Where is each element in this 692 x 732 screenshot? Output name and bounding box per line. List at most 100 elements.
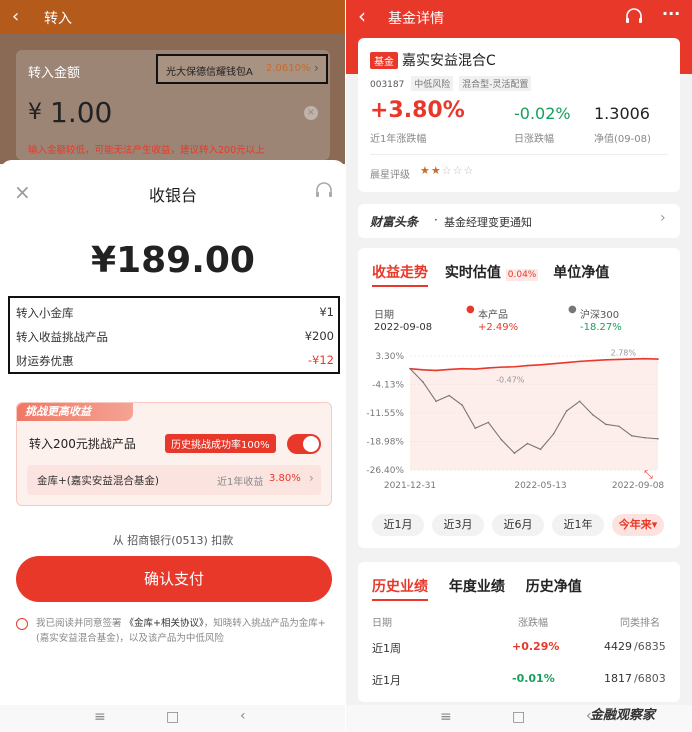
row-rank-total: /6835 xyxy=(634,640,666,653)
legend-product-label: 本产品 xyxy=(478,310,508,321)
data-point xyxy=(513,452,516,454)
realtime-badge: 0.04% xyxy=(505,269,539,281)
year-return: +3.80% xyxy=(370,98,465,123)
confirm-payment-button[interactable]: 确认支付 xyxy=(16,556,332,602)
menu-icon[interactable]: ≡ xyxy=(440,709,452,725)
system-nav-bar: ≡ □ ‹ xyxy=(0,705,346,732)
low-amount-warning: 输入金额较低，可能无法产生收益，建议转入200元以上 xyxy=(28,145,265,156)
data-point xyxy=(526,442,529,445)
range-button[interactable]: 近1月 xyxy=(372,514,424,536)
legend-date-value: 2022-09-08 xyxy=(374,322,433,333)
challenge-fund-row[interactable]: 金库+(嘉实安益混合基金) 近1年收益 3.80% › xyxy=(27,465,321,495)
table-row[interactable]: 近1周 +0.29% 4429/6835 xyxy=(358,632,680,664)
performance-tabs: 历史业绩 年度业绩 历史净值 xyxy=(372,576,582,601)
cashier-sheet: × 收银台 ¥189.00 转入小金库 ¥1 转入收益挑战产品 ¥200 财运券优惠 -¥… xyxy=(0,160,346,705)
y-tick-label: -26.40% xyxy=(366,466,404,476)
challenge-label: 转入200元挑战产品 xyxy=(29,437,136,451)
amount-prefix: ¥ xyxy=(28,100,42,125)
data-point xyxy=(461,367,464,370)
data-point xyxy=(591,359,594,362)
x-tick-label: 2022-05-13 xyxy=(514,481,566,491)
fund-yield-value: 3.80% xyxy=(269,473,301,484)
data-point xyxy=(409,367,411,370)
data-point xyxy=(644,357,646,360)
star-filled-icon: ★ xyxy=(420,164,431,177)
amount-card: 转入金额 光大保德信耀钱包A 2.0610% › ¥ 1.00 × 输入金额较低… xyxy=(16,50,330,160)
more-icon[interactable]: ··· xyxy=(662,4,680,23)
data-point xyxy=(631,358,633,360)
data-point xyxy=(422,381,424,383)
product-selector[interactable]: 光大保德信耀钱包A 2.0610% › xyxy=(156,54,328,84)
data-point xyxy=(448,394,450,397)
data-point xyxy=(448,368,450,371)
page-title: 基金详情 xyxy=(388,11,444,27)
header-date: 日期 xyxy=(372,618,392,629)
news-banner[interactable]: 财富头条 · 基金经理变更通知 › xyxy=(358,204,680,238)
success-rate-badge: 历史挑战成功率100% xyxy=(165,434,276,453)
tab-annual[interactable]: 年度业绩 xyxy=(449,579,505,595)
back-arrow-icon[interactable]: ‹ xyxy=(358,4,366,28)
chevron-right-icon: › xyxy=(309,471,314,485)
expand-icon[interactable]: ⤡ xyxy=(644,468,653,482)
payment-breakdown: 转入小金库 ¥1 转入收益挑战产品 ¥200 财运券优惠 -¥12 xyxy=(8,296,340,374)
back-arrow-icon[interactable]: ‹ xyxy=(12,6,19,27)
agreement-link[interactable]: 《金库+相关协议》 xyxy=(125,618,204,629)
top-bar: ‹ 基金详情 ··· xyxy=(346,0,692,34)
amount-input[interactable]: 1.00 xyxy=(50,96,112,129)
star-filled-icon: ★ xyxy=(430,164,442,177)
challenge-card: 挑战更高收益 转入200元挑战产品 历史挑战成功率100% 金库+(嘉实安益混合… xyxy=(16,402,332,506)
nav-value: 1.3006 xyxy=(594,104,650,123)
bank-source: 从 招商银行(0513) 扣款 xyxy=(112,534,234,547)
star-empty-icon: ☆ xyxy=(452,164,464,177)
headset-icon[interactable] xyxy=(314,182,334,200)
day-change-label: 日涨跌幅 xyxy=(514,134,554,145)
row-change: +0.29% xyxy=(512,640,560,653)
range-button[interactable]: 近3月 xyxy=(432,514,484,536)
breakdown-label: 转入小金库 xyxy=(16,306,74,320)
range-button[interactable]: 今年来▾ xyxy=(612,514,664,536)
back-icon[interactable]: ‹ xyxy=(240,708,246,724)
news-source: 财富头条 xyxy=(370,215,419,229)
page-title: 转入 xyxy=(44,11,72,27)
legend-index-dot: ● xyxy=(568,304,577,315)
watermark: 金融观察家 xyxy=(590,708,656,723)
tab-realtime[interactable]: 实时估值 xyxy=(445,265,501,281)
tab-unit-nav[interactable]: 单位净值 xyxy=(553,265,609,281)
row-rank: 4429 xyxy=(604,640,632,653)
legend-index-label: 沪深300 xyxy=(580,310,620,321)
challenge-toggle[interactable] xyxy=(287,434,321,454)
chevron-right-icon: › xyxy=(660,210,666,226)
breakdown-row: 转入小金库 ¥1 xyxy=(16,302,334,324)
row-change: -0.01% xyxy=(512,672,555,685)
breakdown-row: 财运券优惠 -¥12 xyxy=(16,350,334,372)
amount-label: 转入金额 xyxy=(28,66,81,81)
menu-icon[interactable]: ≡ xyxy=(94,709,106,725)
fund-name: 嘉实安益混合C xyxy=(402,53,496,69)
product-end-annotation: 2.78% xyxy=(611,349,637,358)
agreement-checkbox[interactable] xyxy=(16,618,28,630)
headset-icon[interactable] xyxy=(624,8,644,26)
y-tick-label: -11.55% xyxy=(366,409,404,419)
challenge-header: 挑战更高收益 xyxy=(25,405,91,418)
product-yield: 2.0610% xyxy=(266,63,311,74)
category-tag: 混合型-灵活配置 xyxy=(459,76,532,91)
agreement-text: 我已阅读并同意签署 《金库+相关协议》，知晓转入挑战产品为金库+(嘉实安益混合基… xyxy=(36,616,336,646)
legend-index-value: -18.27% xyxy=(580,322,622,333)
header-change: 涨跌幅 xyxy=(518,618,548,629)
clear-icon[interactable]: × xyxy=(304,106,318,120)
tab-return-trend[interactable]: 收益走势 xyxy=(372,265,428,287)
return-chart: 3.30% -4.13% -11.55% -18.98% -26.40% 2021-12-… xyxy=(366,349,664,491)
data-point xyxy=(474,427,477,429)
range-button[interactable]: 近6月 xyxy=(492,514,544,536)
breakdown-label: 财运券优惠 xyxy=(16,354,74,368)
home-icon[interactable]: □ xyxy=(512,709,525,725)
table-row[interactable]: 近1月 -0.01% 1817/6803 xyxy=(358,664,680,696)
day-change: -0.02% xyxy=(514,104,571,123)
data-point xyxy=(552,433,555,435)
tab-history[interactable]: 历史业绩 xyxy=(372,579,428,601)
row-period: 近1周 xyxy=(372,642,401,655)
range-button[interactable]: 近1年 xyxy=(552,514,604,536)
data-point xyxy=(435,400,437,403)
tab-nav-history[interactable]: 历史净值 xyxy=(526,579,582,595)
home-icon[interactable]: □ xyxy=(166,709,179,725)
